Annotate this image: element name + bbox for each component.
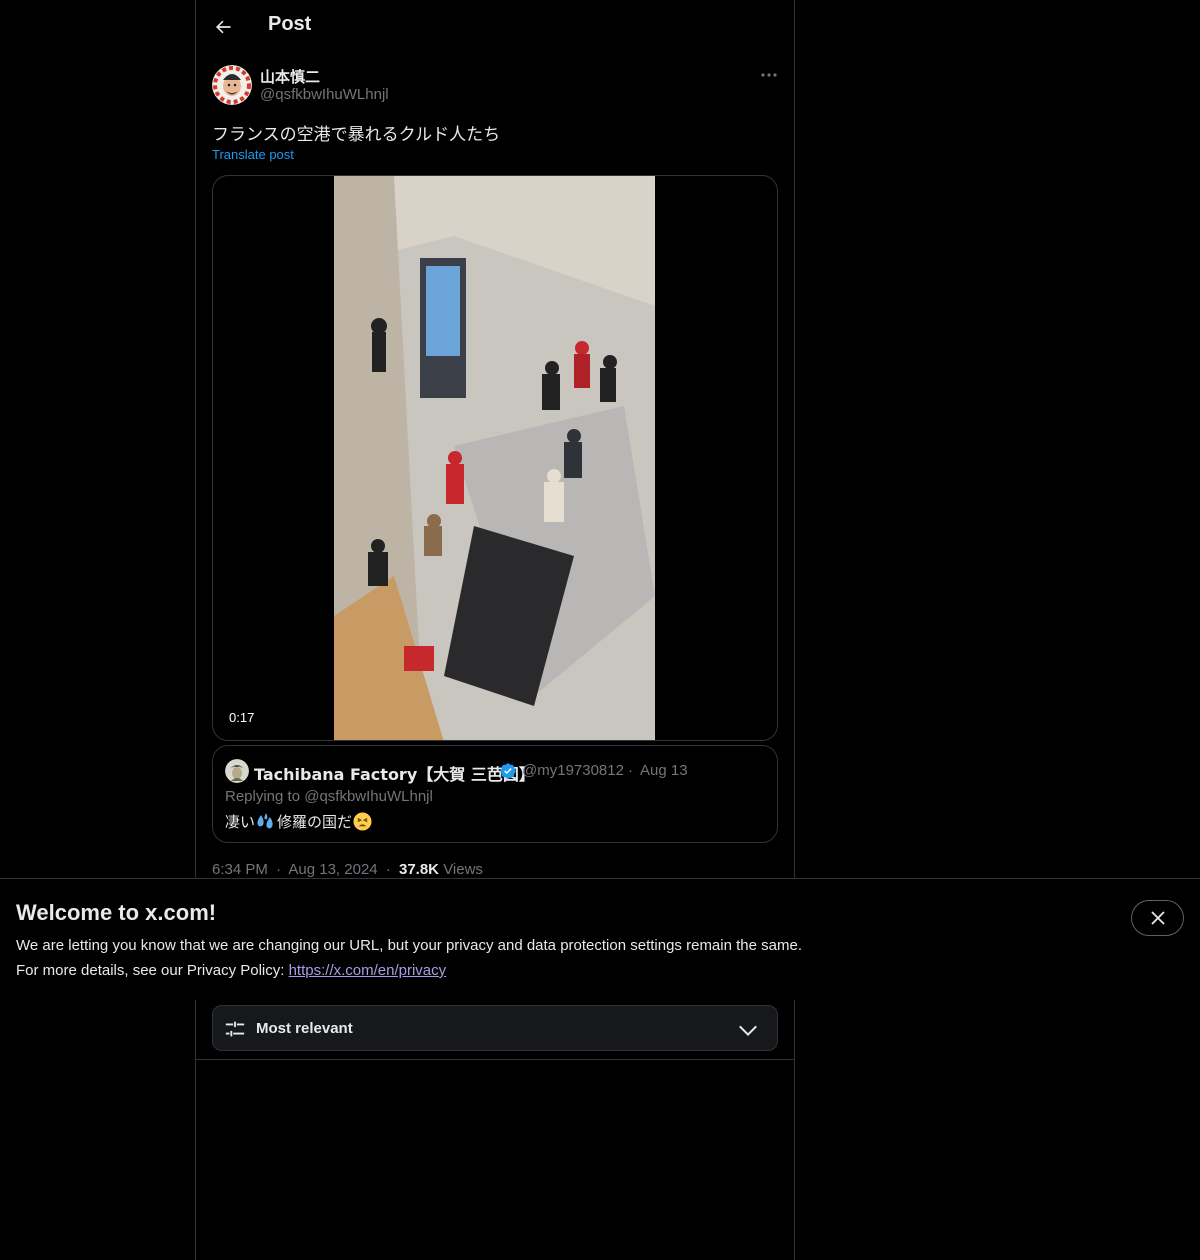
quote-author-name[interactable]: Tachibana Factory【大賀 三芭図】 (254, 761, 535, 785)
banner-title: Welcome to x.com! (16, 900, 217, 925)
more-button[interactable] (752, 64, 786, 86)
author-handle[interactable]: @qsfkbwIhuWLhnjl (260, 86, 389, 103)
more-icon (761, 73, 777, 77)
back-arrow-icon (216, 20, 231, 34)
post-date[interactable]: Aug 13, 2024 (288, 861, 377, 878)
verified-icon (500, 763, 516, 779)
quote-text: 凄い 修羅の国だ (225, 811, 372, 832)
close-icon (1150, 911, 1165, 925)
quote-author-handle[interactable]: @my19730812 (522, 762, 624, 779)
quoted-reply[interactable]: Tachibana Factory【大賀 三芭図】 @my19730812 · … (212, 745, 778, 843)
post-text: フランスの空港で暴れるクルド人たち (212, 125, 501, 145)
main-column: Post 山本慎二 @qsfkbwIhuWLhnjl フランスの空港で暴れるクル… (195, 0, 795, 1260)
reply-sort-dropdown[interactable]: Most relevant (212, 1005, 778, 1051)
close-banner-button[interactable] (1131, 900, 1184, 936)
back-button[interactable] (206, 10, 240, 44)
divider (196, 1059, 794, 1060)
quote-avatar-image (225, 759, 249, 783)
page-title: Post (268, 13, 312, 35)
sliders-icon (225, 1021, 245, 1037)
quote-text-part1: 凄い (225, 813, 256, 831)
chevron-down-icon (739, 1025, 757, 1037)
privacy-policy-link[interactable]: https://x.com/en/privacy (289, 962, 447, 979)
sweat-emoji-icon (257, 812, 273, 828)
avatar-image (212, 65, 252, 105)
welcome-banner: Welcome to x.com! We are letting you kno… (0, 878, 1200, 1000)
translate-post-link[interactable]: Translate post (212, 147, 294, 162)
author-name[interactable]: 山本慎二 (260, 66, 320, 87)
views-count: 37.8K (398, 861, 440, 878)
separator: · (385, 861, 391, 878)
post-time[interactable]: 6:34 PM (212, 861, 268, 878)
banner-privacy-prefix: For more details, see our Privacy Policy… (16, 962, 289, 979)
post-meta: 6:34 PM · Aug 13, 2024 · 37.8K Views (212, 861, 483, 878)
separator: · (628, 762, 633, 779)
quote-date[interactable]: Aug 13 (640, 762, 688, 779)
separator: · (276, 861, 282, 878)
views-label: Views (443, 861, 483, 878)
banner-message: We are letting you know that we are chan… (16, 937, 802, 954)
weary-emoji-icon (353, 812, 372, 831)
avatar[interactable] (212, 65, 252, 105)
banner-privacy-line: For more details, see our Privacy Policy… (16, 962, 446, 979)
video-player[interactable]: 0:17 (212, 175, 778, 741)
sort-label: Most relevant (256, 1020, 353, 1037)
video-frame (334, 176, 655, 740)
video-duration: 0:17 (225, 709, 259, 726)
replying-to: Replying to @qsfkbwIhuWLhnjl (225, 788, 433, 805)
header: Post (196, 0, 794, 54)
quote-text-part2: 修羅の国だ (277, 813, 353, 831)
quote-avatar[interactable] (225, 759, 249, 783)
